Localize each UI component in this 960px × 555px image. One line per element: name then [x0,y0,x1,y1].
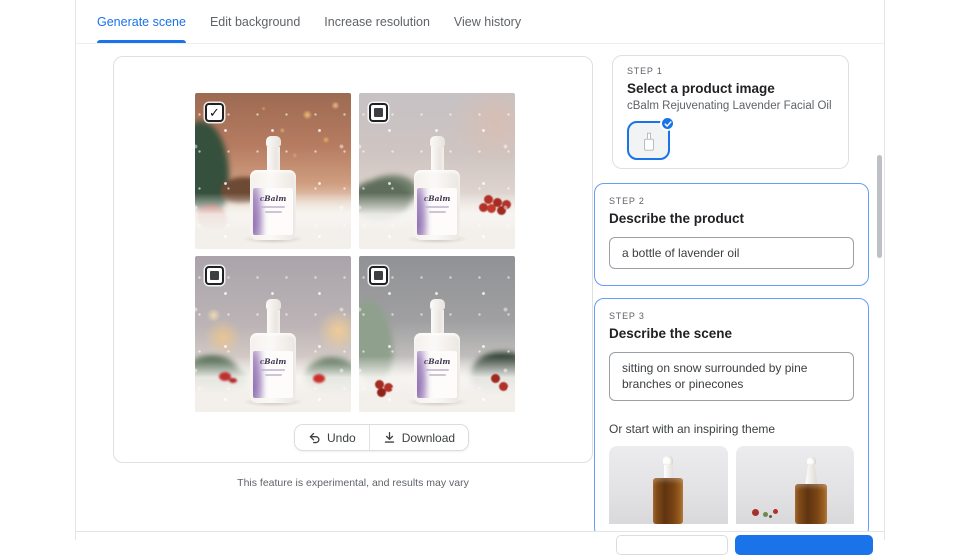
generated-image-2[interactable]: cBalm ✓ [359,93,515,249]
product-bottle: cBalm [242,299,304,407]
step1-card: STEP 1 Select a product image cBalm Reju… [612,55,849,169]
generated-images-grid: cBalm ✓ cBalm cBalm cBalm [195,93,515,412]
step3-eyebrow: STEP 3 [609,311,645,321]
step2-card: STEP 2 Describe the product [594,183,869,286]
download-button[interactable]: Download [369,425,469,450]
step1-title: Select a product image [627,81,775,96]
bottle-brand-label: cBalm [259,194,287,203]
undo-label: Undo [327,430,356,445]
product-bottle: cBalm [406,136,468,244]
bottle-brand-label: cBalm [423,357,451,366]
step3-title: Describe the scene [609,326,733,341]
image-1-checkbox[interactable]: ✓ [205,103,224,122]
product-image-thumbnail[interactable] [627,116,675,160]
step3-card: STEP 3 Describe the scene sitting on sno… [594,298,869,538]
tab-generate-scene[interactable]: Generate scene [97,0,186,43]
step2-eyebrow: STEP 2 [609,196,645,206]
results-card: cBalm ✓ cBalm cBalm cBalm Undo Download [113,56,593,463]
berries-decoration [751,509,759,516]
download-icon [384,431,394,443]
image-actions: Undo Download [294,424,470,451]
amber-bottle [795,457,828,524]
panel-scrollbar[interactable] [877,155,882,258]
product-bottle: cBalm [242,136,304,244]
image-4-checkbox[interactable]: ✓ [369,266,388,285]
generated-image-3[interactable]: cBalm ✓ [195,256,351,412]
mini-bottle-icon [643,132,654,151]
checkbox-fill [374,108,383,117]
checkbox-fill [374,271,383,280]
product-bottle: cBalm [406,299,468,407]
selected-check-badge [660,116,675,131]
checkbox-fill [210,271,219,280]
primary-footer-button[interactable] [735,535,873,555]
checkmark-icon: ✓ [209,105,220,120]
image-3-checkbox[interactable]: ✓ [205,266,224,285]
amber-bottle [653,456,684,524]
experimental-disclaimer: This feature is experimental, and result… [237,477,469,489]
generated-image-4[interactable]: cBalm ✓ [359,256,515,412]
download-label: Download [401,430,456,445]
check-icon [663,120,672,127]
scene-description-textarea[interactable]: sitting on snow surrounded by pine branc… [609,352,854,401]
step1-eyebrow: STEP 1 [627,66,663,76]
tab-bar: Generate scene Edit background Increase … [76,0,884,44]
theme-thumbnail-2[interactable] [735,446,854,524]
product-studio-dialog: Generate scene Edit background Increase … [75,0,885,555]
undo-icon [309,432,320,444]
tab-increase-resolution[interactable]: Increase resolution [324,0,430,43]
step2-title: Describe the product [609,211,745,226]
generated-image-1[interactable]: cBalm ✓ [195,93,351,249]
tab-edit-background[interactable]: Edit background [210,0,300,43]
dialog-footer [76,531,884,555]
theme-gallery [609,446,854,524]
theme-thumbnail-1[interactable] [609,446,728,524]
undo-button[interactable]: Undo [295,425,369,450]
bottle-brand-label: cBalm [259,357,287,366]
tab-view-history[interactable]: View history [454,0,521,43]
bottle-brand-label: cBalm [423,194,451,203]
secondary-footer-button[interactable] [616,535,728,555]
product-description-input[interactable] [609,237,854,269]
image-2-checkbox[interactable]: ✓ [369,103,388,122]
theme-prompt-label: Or start with an inspiring theme [609,422,776,436]
product-name: cBalm Rejuvenating Lavender Facial Oil [627,100,832,112]
